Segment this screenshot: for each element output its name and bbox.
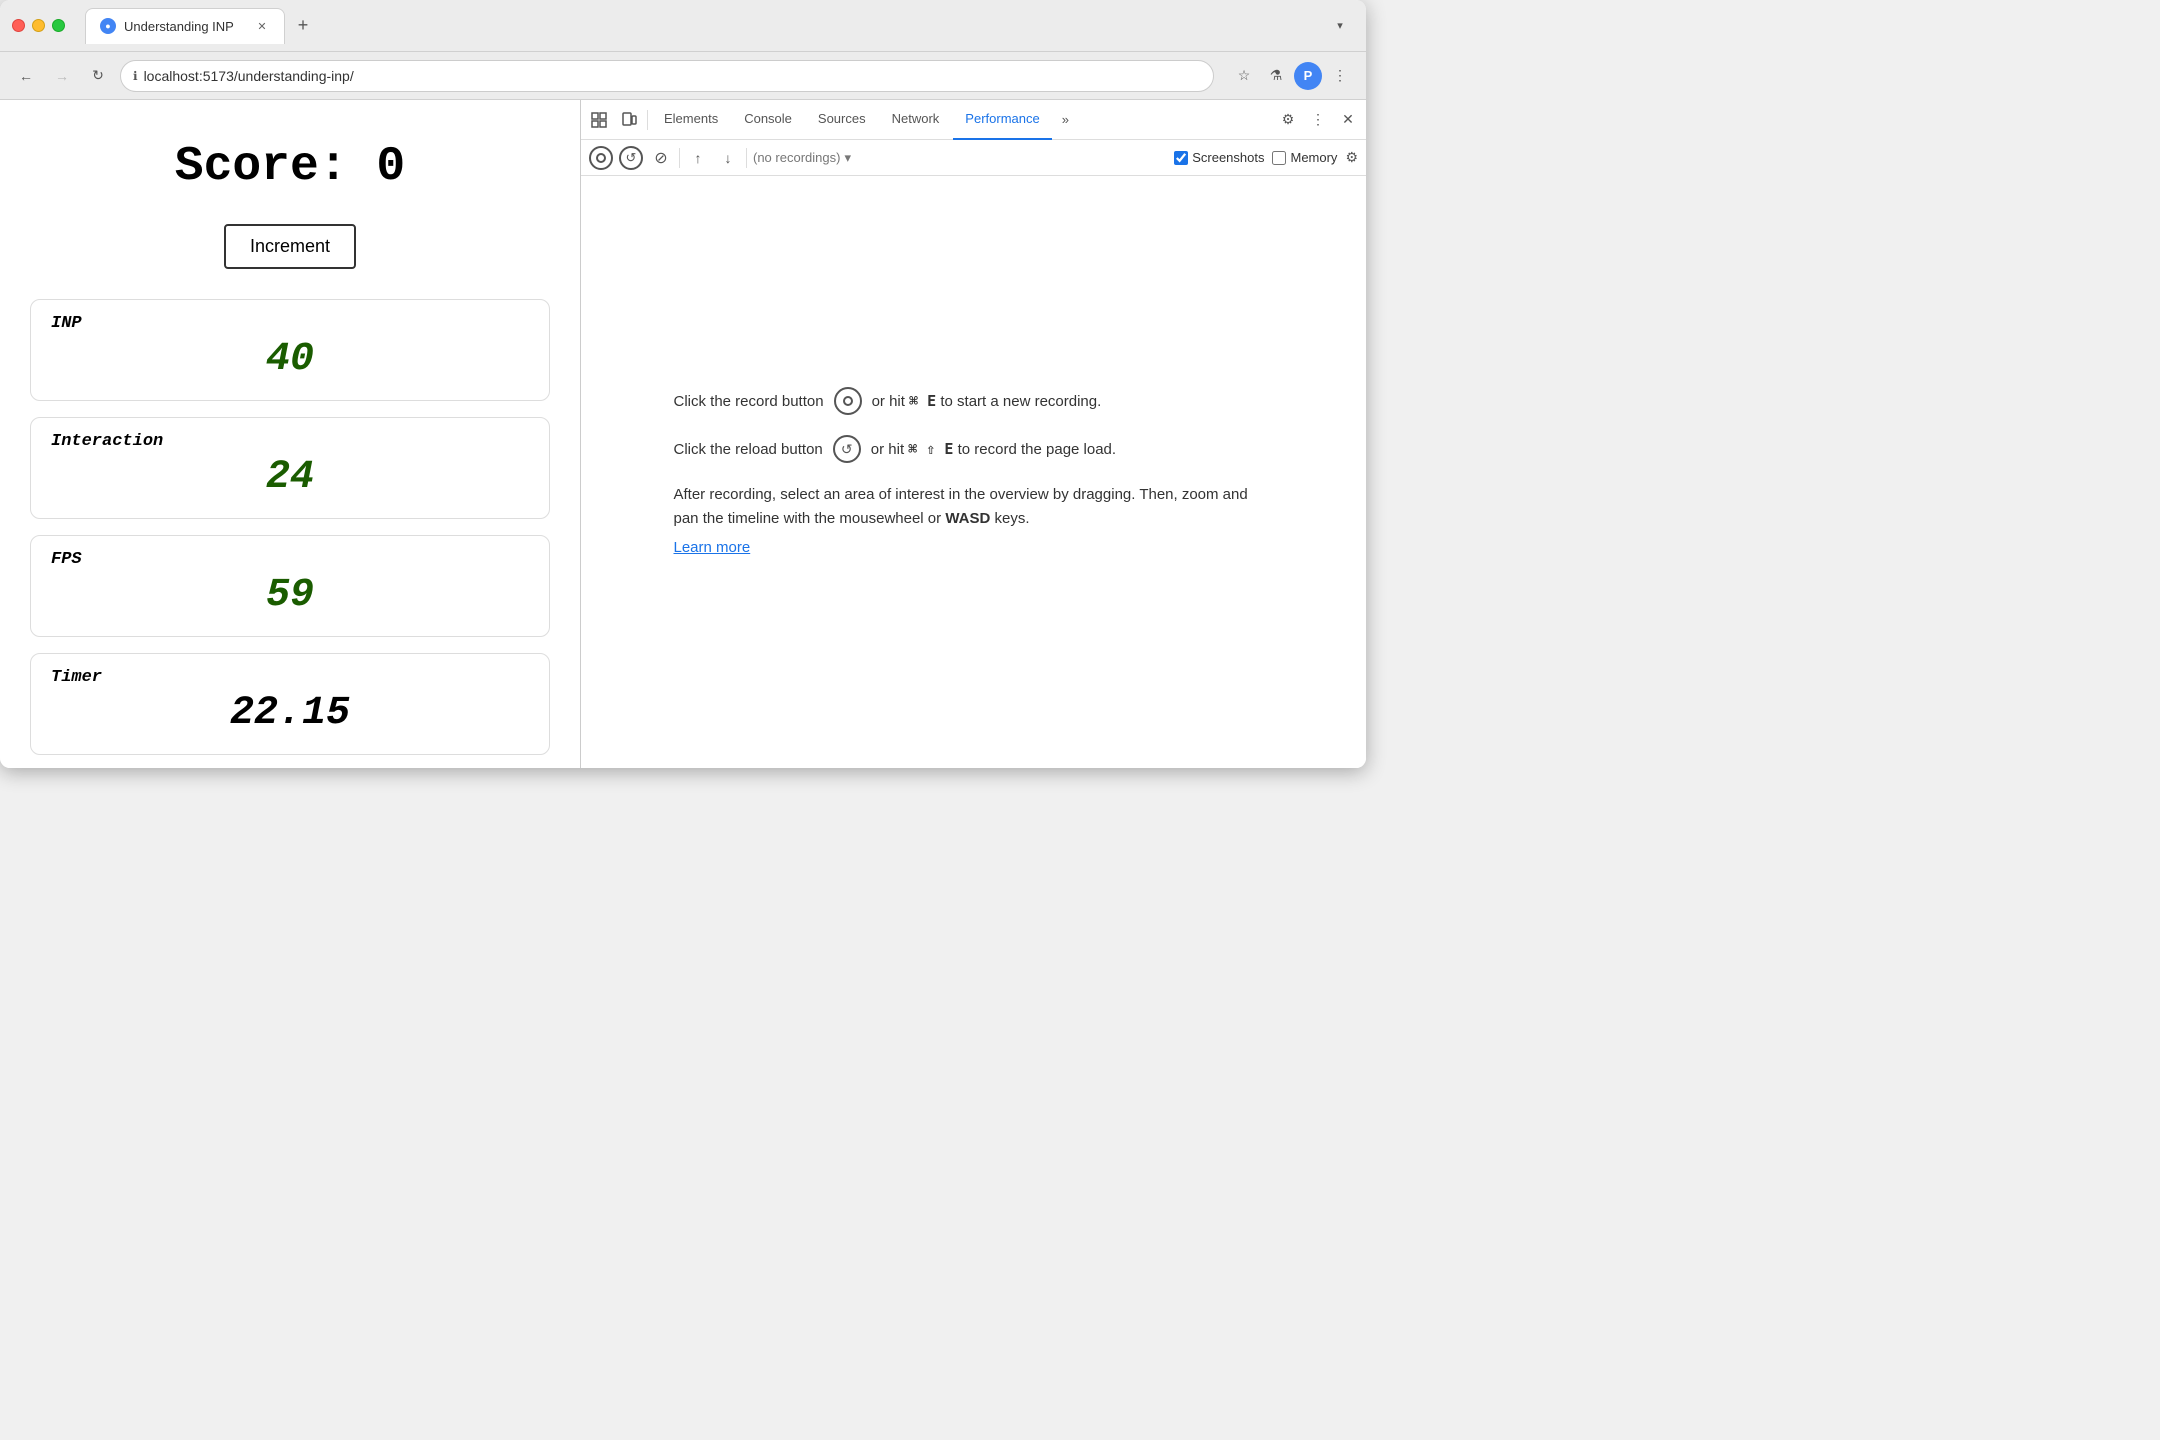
extra-instruction: After recording, select an area of inter… xyxy=(674,483,1274,531)
url-bar[interactable]: ℹ localhost:5173/understanding-inp/ xyxy=(120,60,1214,92)
security-icon: ℹ xyxy=(133,69,138,83)
clear-recording-button[interactable]: ⊘ xyxy=(649,146,673,170)
reload-page-button[interactable]: ↺ xyxy=(619,146,643,170)
devtools-panel: Elements Console Sources Network Perform… xyxy=(580,100,1366,768)
browser-window: ● Understanding INP ✕ + ▾ ← → ↻ ℹ localh… xyxy=(0,0,1366,768)
toolbar-separator-2 xyxy=(679,148,680,168)
bookmark-icon[interactable]: ☆ xyxy=(1230,62,1258,90)
browser-tab-active[interactable]: ● Understanding INP ✕ xyxy=(85,8,285,44)
metric-card-timer: Timer 22.15 xyxy=(30,653,550,755)
webpage: Score: 0 Increment INP 40 Interaction 24… xyxy=(0,100,580,768)
recording-placeholder: (no recordings) xyxy=(753,150,840,165)
metric-label-fps: FPS xyxy=(51,550,529,569)
extensions-icon[interactable]: ⚗ xyxy=(1262,62,1290,90)
score-display: Score: 0 xyxy=(30,140,550,194)
reload-instruction-row: Click the reload button ↺ or hit ⌘ ⇧ E t… xyxy=(674,435,1274,463)
metric-value-interaction: 24 xyxy=(51,455,529,500)
download-recording-button[interactable]: ↓ xyxy=(716,146,740,170)
devtools-device-icon[interactable] xyxy=(615,106,643,134)
tab-favicon-icon: ● xyxy=(100,18,116,34)
devtools-secondary-toolbar: ↺ ⊘ ↑ ↓ (no recordings) ▾ Screenshots xyxy=(581,140,1366,176)
metric-label-timer: Timer xyxy=(51,668,529,687)
devtools-inspect-icon[interactable] xyxy=(585,106,613,134)
reload-inline-icon: ↺ xyxy=(833,435,861,463)
upload-recording-button[interactable]: ↑ xyxy=(686,146,710,170)
toolbar-separator-1 xyxy=(647,110,648,130)
devtools-more-icon[interactable]: ⋮ xyxy=(1304,106,1332,134)
traffic-lights xyxy=(12,19,65,32)
back-button[interactable]: ← xyxy=(12,62,40,90)
browser-toolbar-icons: ☆ ⚗ P ⋮ xyxy=(1230,62,1354,90)
tab-title: Understanding INP xyxy=(124,19,234,34)
metric-label-interaction: Interaction xyxy=(51,432,529,451)
devtools-close-button[interactable]: ✕ xyxy=(1334,106,1362,134)
tab-performance[interactable]: Performance xyxy=(953,100,1051,140)
forward-button[interactable]: → xyxy=(48,62,76,90)
content-area: Score: 0 Increment INP 40 Interaction 24… xyxy=(0,100,1366,768)
tab-list-dropdown[interactable]: ▾ xyxy=(1326,12,1354,40)
memory-label: Memory xyxy=(1290,150,1337,165)
wasd-keys: WASD xyxy=(945,510,990,527)
memory-checkbox[interactable] xyxy=(1272,151,1286,165)
instructions-block: Click the record button or hit ⌘ E to st… xyxy=(674,387,1274,557)
devtools-content-area: Click the record button or hit ⌘ E to st… xyxy=(581,176,1366,768)
screenshots-checkbox[interactable] xyxy=(1174,151,1188,165)
record-instruction-after: or hit ⌘ E to start a new recording. xyxy=(872,391,1102,412)
reload-shortcut: ⌘ ⇧ E xyxy=(908,440,953,458)
metric-label-inp: INP xyxy=(51,314,529,333)
address-bar: ← → ↻ ℹ localhost:5173/understanding-inp… xyxy=(0,52,1366,100)
tab-close-button[interactable]: ✕ xyxy=(254,18,270,34)
metric-card-fps: FPS 59 xyxy=(30,535,550,637)
new-tab-button[interactable]: + xyxy=(289,12,317,40)
record-shortcut: ⌘ E xyxy=(909,392,936,410)
score-label: Score: xyxy=(175,140,348,194)
record-inner-icon xyxy=(596,153,606,163)
performance-settings-icon[interactable]: ⚙ xyxy=(1345,149,1358,166)
record-inline-icon xyxy=(834,387,862,415)
title-bar: ● Understanding INP ✕ + ▾ xyxy=(0,0,1366,52)
metric-card-interaction: Interaction 24 xyxy=(30,417,550,519)
recording-dropdown-icon[interactable]: ▾ xyxy=(844,150,851,166)
metric-value-inp: 40 xyxy=(51,337,529,382)
reload-instruction-before: Click the reload button xyxy=(674,441,823,458)
devtools-tabs-bar: Elements Console Sources Network Perform… xyxy=(581,100,1366,140)
maximize-window-button[interactable] xyxy=(52,19,65,32)
screenshots-label: Screenshots xyxy=(1192,150,1264,165)
tab-sources[interactable]: Sources xyxy=(806,100,878,140)
increment-button[interactable]: Increment xyxy=(224,224,356,269)
tab-console[interactable]: Console xyxy=(732,100,804,140)
panels-overflow-button[interactable]: » xyxy=(1054,112,1077,127)
metric-value-timer: 22.15 xyxy=(51,691,529,736)
tab-network[interactable]: Network xyxy=(880,100,952,140)
minimize-window-button[interactable] xyxy=(32,19,45,32)
tab-elements[interactable]: Elements xyxy=(652,100,730,140)
recording-selector[interactable]: (no recordings) ▾ xyxy=(753,150,851,166)
tab-bar: ● Understanding INP ✕ + ▾ xyxy=(85,8,1354,44)
metric-card-inp: INP 40 xyxy=(30,299,550,401)
devtools-settings-icon[interactable]: ⚙ xyxy=(1274,106,1302,134)
learn-more-link[interactable]: Learn more xyxy=(674,539,751,556)
close-window-button[interactable] xyxy=(12,19,25,32)
toolbar-separator-3 xyxy=(746,148,747,168)
record-instruction-row: Click the record button or hit ⌘ E to st… xyxy=(674,387,1274,415)
menu-icon[interactable]: ⋮ xyxy=(1326,62,1354,90)
screenshots-checkbox-label[interactable]: Screenshots xyxy=(1174,150,1264,165)
url-text: localhost:5173/understanding-inp/ xyxy=(144,68,354,84)
reload-instruction-after: or hit ⌘ ⇧ E to record the page load. xyxy=(871,439,1116,460)
score-value: 0 xyxy=(376,140,405,194)
memory-checkbox-label[interactable]: Memory xyxy=(1272,150,1337,165)
profile-icon[interactable]: P xyxy=(1294,62,1322,90)
record-instruction-before: Click the record button xyxy=(674,393,824,410)
reload-button[interactable]: ↻ xyxy=(84,62,112,90)
metric-value-fps: 59 xyxy=(51,573,529,618)
record-button[interactable] xyxy=(589,146,613,170)
